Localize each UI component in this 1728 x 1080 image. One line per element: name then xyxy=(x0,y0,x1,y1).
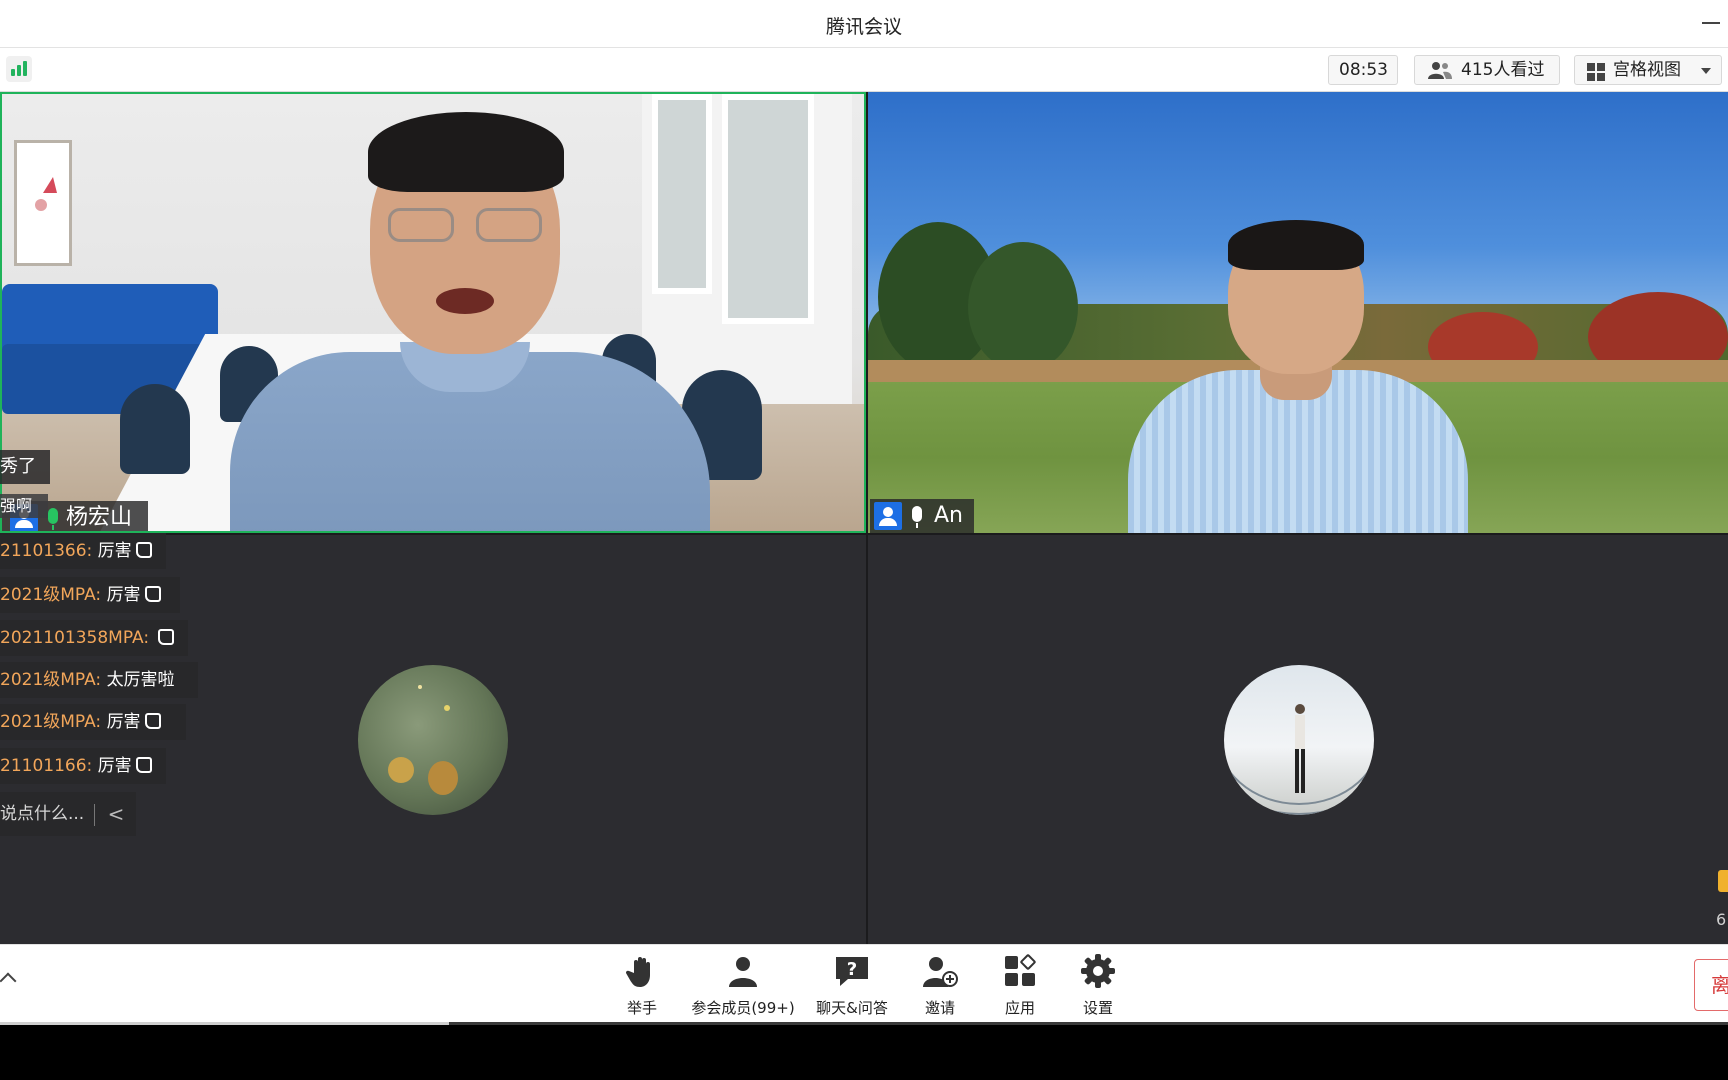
participant-name: 杨宏山 xyxy=(66,505,133,530)
chat-bubble-text: 强啊 xyxy=(0,496,33,515)
microphone-icon xyxy=(912,506,922,528)
thumbs-up-icon xyxy=(144,586,161,602)
chat-qa-button[interactable]: ? 聊天&问答 xyxy=(810,953,894,1019)
person-figure xyxy=(1295,704,1305,793)
chat-text: 厉害 xyxy=(106,585,141,605)
view-mode-dropdown[interactable]: 宫格视图 xyxy=(1574,55,1722,85)
chat-input[interactable]: 说点什么... < xyxy=(0,792,136,836)
thumbs-up-icon xyxy=(158,629,175,645)
video-grid: 杨宏山 An xyxy=(0,92,1728,944)
chat-message: 21101166: 厉害 xyxy=(0,748,166,784)
chat-message: 2021101358MPA: xyxy=(0,620,188,656)
side-panel-handle[interactable] xyxy=(1718,870,1728,892)
tencent-meeting-window: 腾讯会议 08:53 415人看过 宫格视图 杨宏山 An 秀了 强啊 2110… xyxy=(0,0,1728,1080)
people-icon xyxy=(1428,62,1452,79)
leave-meeting-button[interactable]: 离 xyxy=(1694,959,1728,1011)
chat-qa-label: 聊天&问答 xyxy=(816,999,888,1017)
chat-text: 厉害 xyxy=(106,712,141,732)
meeting-timer: 08:53 xyxy=(1328,55,1398,85)
chat-message: 2021级MPA: 厉害 xyxy=(0,577,180,613)
chair xyxy=(120,384,190,474)
chat-sender: 21101366: xyxy=(0,541,93,561)
chat-message: 2021级MPA: 厉害 xyxy=(0,704,186,740)
tree xyxy=(968,242,1078,372)
chat-text: 厉害 xyxy=(97,756,132,776)
video-tile-speaker[interactable]: 杨宏山 xyxy=(0,92,866,533)
bottom-toolbar: 举手 参会成员(99+) ? 聊天&问答 邀请 应用 设置 离 xyxy=(0,944,1728,1024)
tile-divider xyxy=(866,92,868,944)
signal-strength-icon[interactable] xyxy=(6,56,32,82)
settings-label: 设置 xyxy=(1082,999,1113,1017)
chat-text: 太厉害啦 xyxy=(106,670,175,690)
side-panel-counter: 6 xyxy=(1716,910,1727,929)
hand-icon xyxy=(625,957,650,987)
members-label: 参会成员(99+) xyxy=(691,999,795,1017)
participant-video xyxy=(1128,220,1468,533)
playback-progress-fill xyxy=(0,1022,450,1025)
avatar xyxy=(1224,665,1374,815)
chat-sender: 2021101358MPA: xyxy=(0,628,150,648)
chevron-down-icon xyxy=(1701,68,1711,74)
apps-label: 应用 xyxy=(1004,999,1035,1017)
window-title: 腾讯会议 xyxy=(825,16,902,38)
chat-sender: 2021级MPA: xyxy=(0,712,102,732)
chat-message: 2021级MPA: 太厉害啦 xyxy=(0,662,198,698)
chat-bubble-text: 秀了 xyxy=(0,456,36,477)
chat-bubble-partial: 强啊 xyxy=(0,494,48,518)
thumbs-up-icon xyxy=(135,757,152,773)
tile-divider xyxy=(0,533,1728,535)
person-icon xyxy=(729,957,757,987)
gear-icon xyxy=(1081,954,1115,988)
chat-sender: 2021级MPA: xyxy=(0,585,102,605)
invite-button[interactable]: 邀请 xyxy=(910,953,970,1019)
members-button[interactable]: 参会成员(99+) xyxy=(688,953,798,1019)
chat-sender: 21101166: xyxy=(0,756,93,776)
wall-art xyxy=(14,140,72,266)
chat-question-icon: ? xyxy=(836,957,868,986)
raise-hand-button[interactable]: 举手 xyxy=(612,953,672,1019)
apps-icon xyxy=(1005,954,1036,986)
top-toolbar: 08:53 415人看过 宫格视图 xyxy=(0,48,1728,92)
apps-button[interactable]: 应用 xyxy=(990,953,1050,1019)
chat-input-placeholder: 说点什么... xyxy=(0,804,85,824)
viewer-count[interactable]: 415人看过 xyxy=(1414,55,1560,85)
collapse-chat-icon[interactable]: < xyxy=(104,792,128,836)
participant-name: An xyxy=(934,503,963,528)
thumbs-up-icon xyxy=(144,713,161,729)
raise-hand-label: 举手 xyxy=(626,999,657,1017)
avatar xyxy=(358,665,508,815)
view-mode-label: 宫格视图 xyxy=(1613,60,1681,80)
chat-text: 厉害 xyxy=(97,541,132,561)
title-bar: 腾讯会议 xyxy=(0,0,1728,48)
chat-sender: 2021级MPA: xyxy=(0,670,102,690)
chevron-up-icon[interactable] xyxy=(0,972,17,990)
speaker-video xyxy=(230,112,710,531)
user-icon xyxy=(874,502,902,530)
divider xyxy=(94,804,95,826)
chat-message: 21101366: 厉害 xyxy=(0,533,166,569)
thumbs-up-icon xyxy=(135,542,152,558)
participant-nametag: An xyxy=(870,499,974,533)
invite-label: 邀请 xyxy=(924,999,955,1017)
grid-icon xyxy=(1587,63,1605,81)
playback-progress[interactable] xyxy=(0,1022,1728,1025)
chat-bubble-partial: 秀了 xyxy=(0,450,50,484)
svg-text:?: ? xyxy=(847,959,857,980)
letterbox xyxy=(0,1024,1728,1080)
video-tile-avatar-right[interactable] xyxy=(868,535,1728,944)
minimize-icon[interactable] xyxy=(1702,22,1720,24)
microphone-icon xyxy=(48,508,58,530)
video-tile-participant[interactable]: An xyxy=(868,92,1728,533)
settings-button[interactable]: 设置 xyxy=(1068,953,1128,1019)
add-person-icon xyxy=(923,957,958,987)
viewer-count-label: 415人看过 xyxy=(1461,60,1545,80)
